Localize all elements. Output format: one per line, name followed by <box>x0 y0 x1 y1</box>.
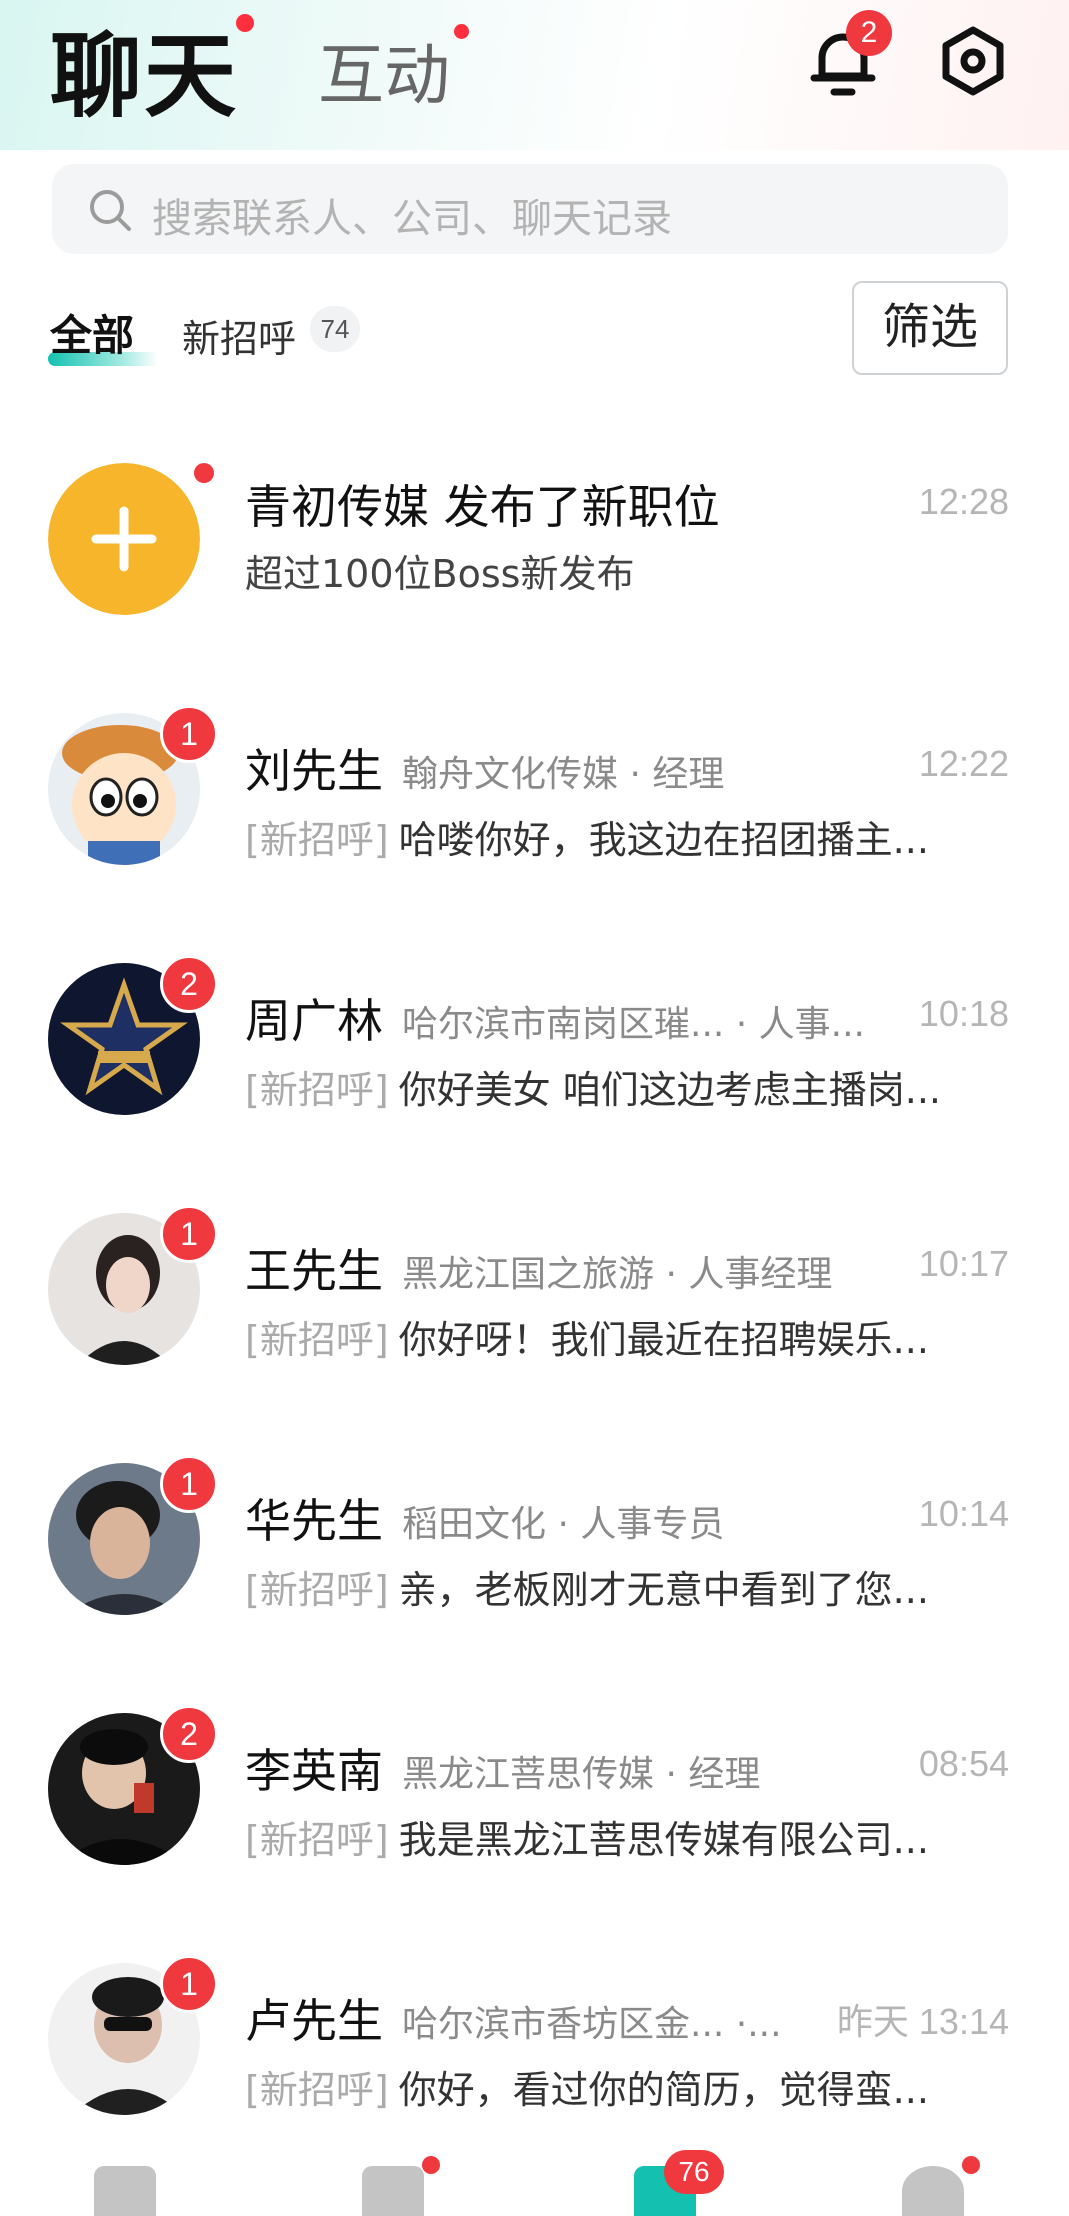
filter-button[interactable]: 筛选 <box>852 281 1008 375</box>
company-title: 黑龙江国之旅游 · 人事经理 <box>402 1254 833 1295</box>
new-greeting-tag: [新招呼] <box>245 818 389 862</box>
new-greeting-tag: [新招呼] <box>245 1568 389 1612</box>
unread-dot <box>194 463 214 483</box>
bottom-nav <box>0 2148 1069 2216</box>
search-icon <box>90 190 131 231</box>
new-greeting-tag: [新招呼] <box>245 1818 389 1862</box>
bookmark-nav-icon[interactable] <box>362 2166 424 2216</box>
system-subtitle: 超过100位Boss新发布 <box>245 552 635 596</box>
company-title: 翰舟文化传媒 · 经理 <box>402 754 725 795</box>
timestamp: 12:22 <box>918 743 1009 784</box>
unread-badge: 1 <box>160 705 218 763</box>
profile-nav-icon[interactable] <box>902 2166 964 2216</box>
unread-badge: 2 <box>160 955 218 1013</box>
conversation-item[interactable]: 1 华先生 稻田文化 · 人事专员 10:14 [新招呼] 亲，老板刚才无意中看到… <box>0 1455 1069 1655</box>
tab-chat[interactable]: 聊天 <box>50 2 238 135</box>
message-preview: [新招呼] 我是黑龙江菩思传媒有限公司... <box>245 1809 929 1864</box>
search-input[interactable]: 搜索联系人、公司、聊天记录 <box>52 164 1008 254</box>
timestamp: 昨天 13:14 <box>836 2001 1009 2042</box>
timestamp: 10:17 <box>918 1243 1009 1284</box>
new-greeting-tag: [新招呼] <box>245 1318 389 1362</box>
messages-badge: 76 <box>664 2150 724 2194</box>
message-text: 亲，老板刚才无意中看到了您... <box>398 1568 929 1612</box>
unread-badge: 1 <box>160 1205 218 1263</box>
filter-bar: 全部 新招呼 74 筛选 <box>0 280 1069 380</box>
company-title: 哈尔滨市南岗区璀... · 人事... <box>402 1004 865 1045</box>
contact-name: 刘先生 <box>245 744 383 798</box>
tab-interact[interactable]: 互动 <box>318 22 450 118</box>
message-text: 你好美女 咱们这边考虑主播岗... <box>398 1068 941 1112</box>
system-avatar <box>48 463 200 615</box>
list-item-system[interactable]: 青初传媒 发布了新职位 12:28 超过100位Boss新发布 <box>0 455 1069 655</box>
search-placeholder: 搜索联系人、公司、聊天记录 <box>152 196 672 242</box>
conversation-item[interactable]: 1 王先生 黑龙江国之旅游 · 人事经理 10:17 [新招呼] 你好呀！我们最近… <box>0 1205 1069 1405</box>
unread-badge: 2 <box>160 1705 218 1763</box>
new-greeting-count: 74 <box>310 306 360 352</box>
contact-name: 李英南 <box>245 1744 383 1798</box>
conversation-item[interactable]: 2 周广林 哈尔滨市南岗区璀... · 人事... 10:18 [新招呼] 你好美… <box>0 955 1069 1155</box>
contact-name: 华先生 <box>245 1494 383 1548</box>
jobs-nav-icon[interactable] <box>94 2166 156 2216</box>
message-preview: [新招呼] 哈喽你好，我这边在招团播主... <box>245 809 929 864</box>
company-title: 稻田文化 · 人事专员 <box>402 1504 725 1545</box>
conversation-item[interactable]: 1 刘先生 翰舟文化传媒 · 经理 12:22 [新招呼] 哈喽你好，我这边在招团… <box>0 705 1069 905</box>
company-title: 哈尔滨市香坊区金... ·... <box>402 2004 782 2045</box>
filter-tab-new-greeting[interactable]: 新招呼 <box>182 308 296 363</box>
system-title: 青初传媒 发布了新职位 <box>245 480 720 534</box>
settings-icon[interactable] <box>938 26 1008 96</box>
message-preview: [新招呼] 你好美女 咱们这边考虑主播岗... <box>245 1059 941 1114</box>
message-text: 我是黑龙江菩思传媒有限公司... <box>398 1818 929 1862</box>
timestamp: 12:28 <box>918 481 1009 522</box>
bookmark-unread-dot <box>422 2156 440 2174</box>
conversation-item[interactable]: 1 卢先生 哈尔滨市香坊区金... ·... 昨天 13:14 [新招呼] 你好，… <box>0 1955 1069 2155</box>
new-greeting-tag: [新招呼] <box>245 2068 389 2112</box>
message-text: 你好呀！我们最近在招聘娱乐... <box>398 1318 929 1362</box>
profile-unread-dot <box>962 2156 980 2174</box>
unread-badge: 1 <box>160 1455 218 1513</box>
timestamp: 08:54 <box>918 1743 1009 1784</box>
unread-badge: 1 <box>160 1955 218 2013</box>
chat-unread-dot <box>236 14 254 32</box>
message-text: 哈喽你好，我这边在招团播主... <box>398 818 929 862</box>
contact-name: 周广林 <box>245 994 383 1048</box>
message-preview: [新招呼] 你好呀！我们最近在招聘娱乐... <box>245 1309 929 1364</box>
new-greeting-tag: [新招呼] <box>245 1068 389 1112</box>
conversation-item[interactable]: 2 李英南 黑龙江菩思传媒 · 经理 08:54 [新招呼] 我是黑龙江菩思传媒有… <box>0 1705 1069 1905</box>
contact-name: 王先生 <box>245 1244 383 1298</box>
plus-icon <box>48 463 200 615</box>
company-title: 黑龙江菩思传媒 · 经理 <box>402 1754 761 1795</box>
timestamp: 10:14 <box>918 1493 1009 1534</box>
message-text: 你好，看过你的简历，觉得蛮... <box>398 2068 929 2112</box>
message-preview: [新招呼] 你好，看过你的简历，觉得蛮... <box>245 2059 929 2114</box>
filter-tab-all[interactable]: 全部 <box>50 302 134 363</box>
interact-unread-dot <box>454 24 469 39</box>
notification-badge: 2 <box>846 10 892 56</box>
message-preview: [新招呼] 亲，老板刚才无意中看到了您... <box>245 1559 929 1614</box>
header: 聊天 互动 2 <box>0 0 1069 150</box>
timestamp: 10:18 <box>918 993 1009 1034</box>
contact-name: 卢先生 <box>245 1994 383 2048</box>
